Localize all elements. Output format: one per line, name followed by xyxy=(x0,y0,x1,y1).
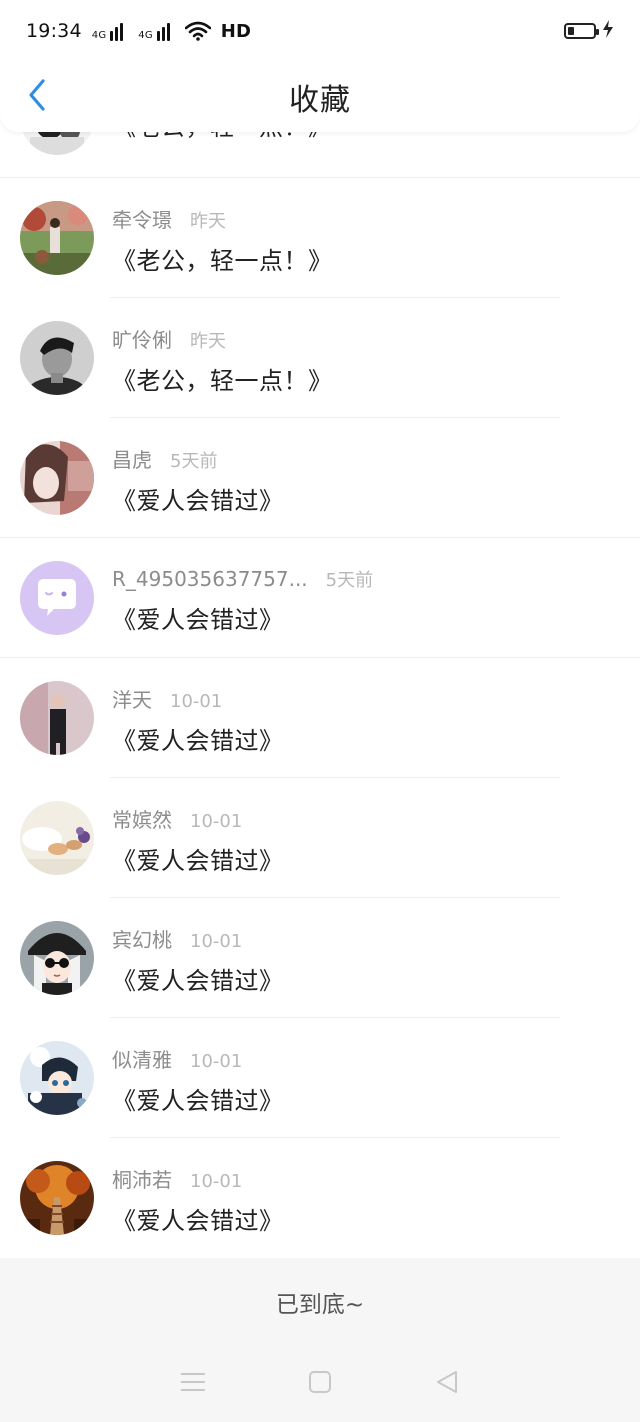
item-time: 10-01 xyxy=(190,931,243,952)
hd-label: HD xyxy=(220,20,252,42)
home-icon xyxy=(308,1370,332,1398)
item-meta: R_495035637757... 5天前 xyxy=(112,566,373,592)
item-meta: 桐沛若 10-01 xyxy=(112,1164,284,1193)
status-left: 19:34 4G 4G HD xyxy=(26,20,251,42)
item-author: 宾幻桃 xyxy=(112,928,172,952)
avatar[interactable] xyxy=(20,321,94,395)
back-nav-button[interactable] xyxy=(427,1364,467,1404)
item-body: 宾幻桃 10-01 《爱人会错过》 xyxy=(112,898,284,1018)
item-meta: 洋天 10-01 xyxy=(112,684,284,713)
item-time: 5天前 xyxy=(325,569,374,591)
avatar[interactable] xyxy=(20,1161,94,1235)
list-item[interactable]: R_495035637757... 5天前 《爱人会错过》 xyxy=(0,538,640,658)
avatar[interactable] xyxy=(20,681,94,755)
avatar[interactable] xyxy=(20,801,94,875)
item-author: 桐沛若 xyxy=(112,1168,172,1192)
item-title: 《老公，轻一点！》 xyxy=(112,367,333,395)
status-bar: 19:34 4G 4G HD xyxy=(0,0,640,62)
item-title: 《老公，轻一点！》 xyxy=(112,247,333,275)
item-time: 昨天 xyxy=(190,211,226,232)
list-item[interactable]: 牵令璟 昨天 《老公，轻一点！》 xyxy=(0,178,640,298)
item-title: 《爱人会错过》 xyxy=(112,1207,284,1235)
list-item[interactable]: 旷伶俐 昨天 《老公，轻一点！》 xyxy=(0,298,640,418)
item-body: 昌虎 5天前 《爱人会错过》 xyxy=(112,418,284,538)
item-time: 昨天 xyxy=(190,331,226,352)
item-body: 牵令璟 昨天 《老公，轻一点！》 xyxy=(112,178,333,298)
list-item[interactable]: 常嫔然 10-01 《爱人会错过》 xyxy=(0,778,640,898)
item-author: R_495035637757... xyxy=(112,566,308,591)
list-item[interactable]: 昌虎 5天前 《爱人会错过》 xyxy=(0,418,640,538)
item-body: 旷伶俐 昨天 《老公，轻一点！》 xyxy=(112,298,333,418)
item-title: 《爱人会错过》 xyxy=(112,727,284,755)
list-item[interactable]: 宾幻桃 10-01 《爱人会错过》 xyxy=(0,898,640,1018)
list-item[interactable]: 洋天 10-01 《爱人会错过》 xyxy=(0,658,640,778)
favorites-list: 《老公，轻一点！》 牵令璟 昨天 《老公，轻一点！》 xyxy=(0,58,640,1258)
item-author: 牵令璟 xyxy=(112,208,172,232)
item-body: 洋天 10-01 《爱人会错过》 xyxy=(112,658,284,778)
end-of-list-text: 已到底~ xyxy=(275,1292,365,1318)
item-title: 《爱人会错过》 xyxy=(112,847,284,875)
item-time: 10-01 xyxy=(190,1051,243,1072)
item-title: 《爱人会错过》 xyxy=(112,487,284,515)
item-title: 《爱人会错过》 xyxy=(112,967,284,995)
item-time: 10-01 xyxy=(170,691,223,712)
menu-button[interactable] xyxy=(173,1364,213,1404)
battery-icon xyxy=(564,23,599,39)
network-type-label: 4G xyxy=(91,30,107,41)
item-author: 常嫔然 xyxy=(112,808,172,832)
item-time: 5天前 xyxy=(170,451,218,472)
item-meta: 常嫔然 10-01 xyxy=(112,804,284,833)
status-right xyxy=(564,20,614,42)
end-of-list-footer: 已到底~ xyxy=(0,1258,640,1346)
list-item[interactable]: 似清雅 10-01 《爱人会错过》 xyxy=(0,1018,640,1138)
home-button[interactable] xyxy=(300,1364,340,1404)
back-triangle-icon xyxy=(434,1369,460,1399)
item-body: 似清雅 10-01 《爱人会错过》 xyxy=(112,1018,284,1138)
page-title: 收藏 xyxy=(289,83,351,118)
item-author: 昌虎 xyxy=(112,448,152,472)
avatar[interactable] xyxy=(20,921,94,995)
list-item[interactable]: 桐沛若 10-01 《爱人会错过》 xyxy=(0,1138,640,1258)
item-author: 旷伶俐 xyxy=(112,328,172,352)
avatar[interactable] xyxy=(20,561,94,635)
item-body: 桐沛若 10-01 《爱人会错过》 xyxy=(112,1138,284,1258)
menu-icon xyxy=(180,1371,206,1397)
item-author: 洋天 xyxy=(112,688,152,712)
item-time: 10-01 xyxy=(190,1171,243,1192)
avatar[interactable] xyxy=(20,201,94,275)
item-body: R_495035637757... 5天前 《爱人会错过》 xyxy=(112,538,373,658)
item-meta: 昌虎 5天前 xyxy=(112,444,284,473)
item-meta: 宾幻桃 10-01 xyxy=(112,924,284,953)
avatar[interactable] xyxy=(20,441,94,515)
header-bar: 收藏 xyxy=(0,62,640,132)
chevron-left-icon xyxy=(27,78,47,116)
item-title: 《爱人会错过》 xyxy=(112,1087,284,1115)
wifi-icon xyxy=(184,21,211,41)
avatar[interactable] xyxy=(20,1041,94,1115)
signal-icon: 4G xyxy=(138,21,175,41)
system-nav-bar xyxy=(0,1346,640,1422)
status-time: 19:34 xyxy=(26,20,82,42)
item-title: 《爱人会错过》 xyxy=(112,605,284,634)
item-author: 似清雅 xyxy=(112,1048,172,1072)
item-meta: 似清雅 10-01 xyxy=(112,1044,284,1073)
back-button[interactable] xyxy=(20,77,54,117)
item-meta: 牵令璟 昨天 xyxy=(112,204,333,233)
charging-icon xyxy=(602,20,614,42)
item-meta: 旷伶俐 昨天 xyxy=(112,324,333,353)
network-type-label: 4G xyxy=(138,30,153,41)
signal-icon: 4G xyxy=(92,21,129,41)
item-body: 常嫔然 10-01 《爱人会错过》 xyxy=(112,778,284,898)
item-time: 10-01 xyxy=(190,811,243,832)
